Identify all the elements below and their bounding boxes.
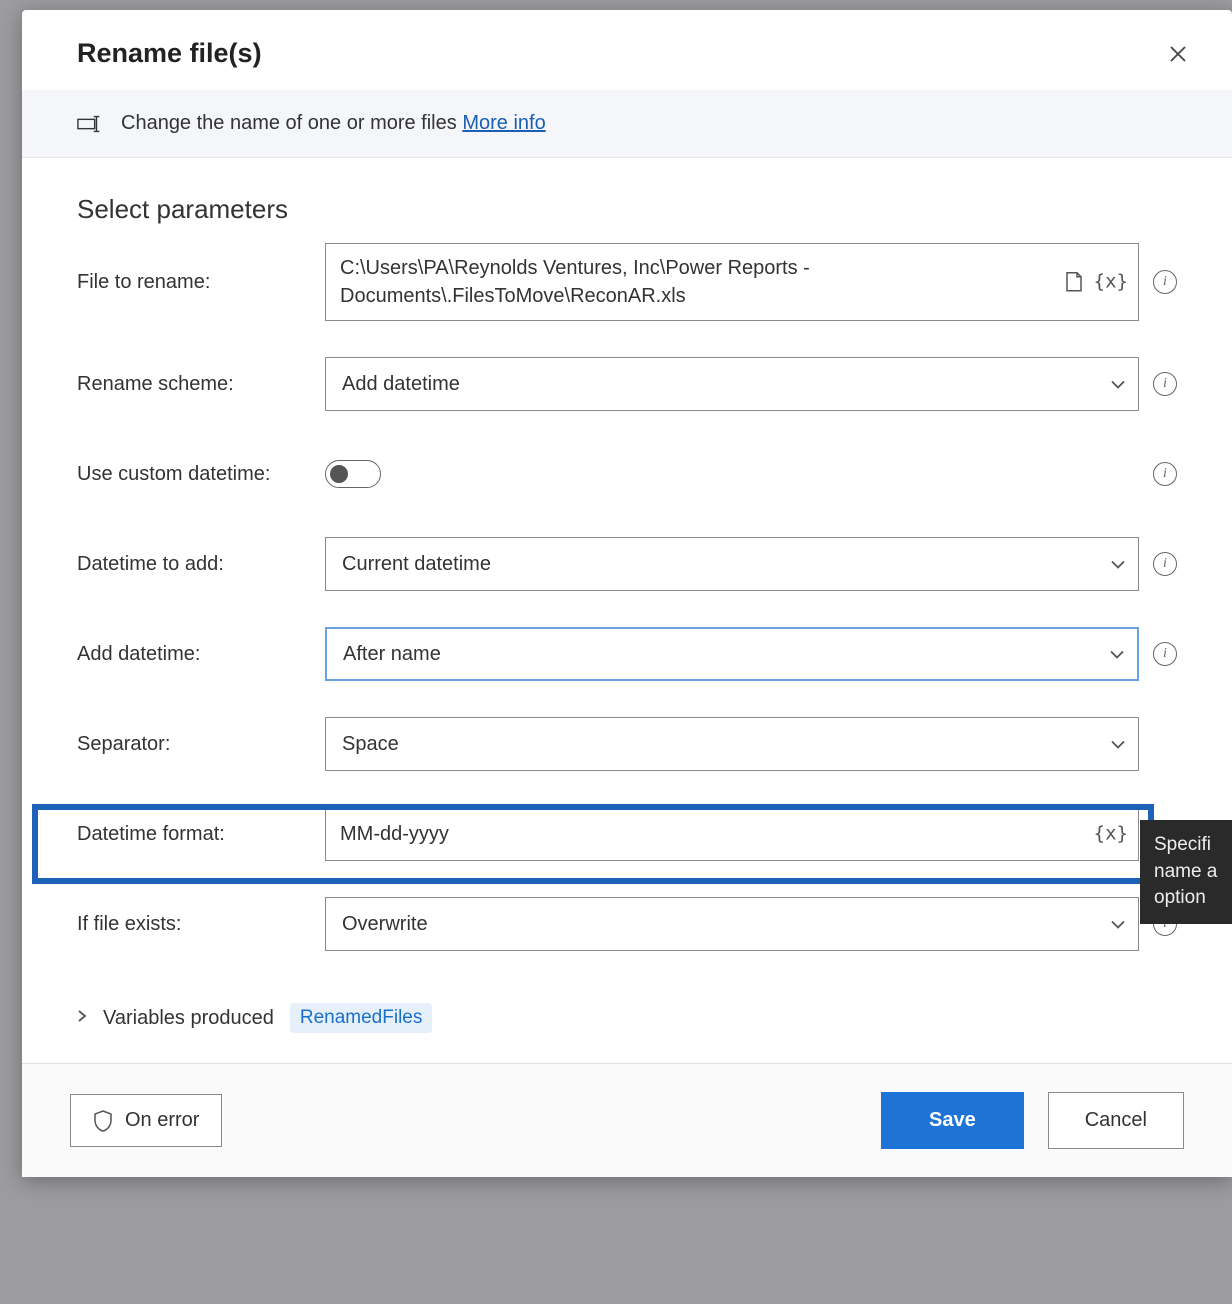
form-area: File to rename: C:\Users\PA\Reynolds Ven… <box>22 243 1232 1003</box>
variable-picker-icon[interactable]: {x} <box>1094 821 1128 848</box>
variables-label: Variables produced <box>103 1007 274 1030</box>
row-file-to-rename: File to rename: C:\Users\PA\Reynolds Ven… <box>77 243 1177 321</box>
label-custom-datetime: Use custom datetime: <box>77 463 325 486</box>
on-error-button[interactable]: On error <box>70 1094 222 1147</box>
label-if-file-exists: If file exists: <box>77 913 325 936</box>
info-icon-dtadd[interactable]: i <box>1153 552 1177 576</box>
file-picker-icon[interactable] <box>1064 271 1084 293</box>
label-datetime-format: Datetime format: <box>77 823 325 846</box>
save-button[interactable]: Save <box>881 1092 1024 1149</box>
row-add-datetime: Add datetime: After name i <box>77 627 1177 681</box>
info-bar: Change the name of one or more files Mor… <box>22 90 1232 158</box>
dialog-header: Rename file(s) <box>22 10 1232 90</box>
if-file-exists-value: Overwrite <box>342 913 428 936</box>
label-rename-scheme: Rename scheme: <box>77 373 325 396</box>
dialog-footer: On error Save Cancel <box>22 1063 1232 1177</box>
add-datetime-dropdown[interactable]: After name <box>325 627 1139 681</box>
chevron-down-icon <box>1110 733 1126 756</box>
separator-dropdown[interactable]: Space <box>325 717 1139 771</box>
datetime-format-value: MM-dd-yyyy <box>340 820 1124 848</box>
label-file-to-rename: File to rename: <box>77 271 325 294</box>
row-custom-datetime: Use custom datetime: i <box>77 447 1177 501</box>
section-title: Select parameters <box>22 158 1232 243</box>
toggle-knob <box>330 465 348 483</box>
on-error-label: On error <box>125 1109 199 1132</box>
info-icon-scheme[interactable]: i <box>1153 372 1177 396</box>
if-file-exists-dropdown[interactable]: Overwrite <box>325 897 1139 951</box>
datetime-to-add-dropdown[interactable]: Current datetime <box>325 537 1139 591</box>
file-to-rename-input[interactable]: C:\Users\PA\Reynolds Ventures, Inc\Power… <box>325 243 1139 321</box>
tooltip: Specifi name a option <box>1140 820 1232 924</box>
close-button[interactable] <box>1164 38 1192 72</box>
close-icon <box>1168 44 1188 64</box>
row-rename-scheme: Rename scheme: Add datetime i <box>77 357 1177 411</box>
rename-scheme-value: Add datetime <box>342 373 460 396</box>
row-if-file-exists: If file exists: Overwrite i <box>77 897 1177 951</box>
chevron-right-icon <box>77 1009 87 1027</box>
row-datetime-to-add: Datetime to add: Current datetime i <box>77 537 1177 591</box>
rename-icon <box>77 115 103 133</box>
variables-row[interactable]: Variables produced RenamedFiles <box>22 1003 1232 1063</box>
chevron-down-icon <box>1110 373 1126 396</box>
rename-scheme-dropdown[interactable]: Add datetime <box>325 357 1139 411</box>
variable-picker-icon[interactable]: {x} <box>1094 269 1128 296</box>
chevron-down-icon <box>1110 913 1126 936</box>
variable-badge[interactable]: RenamedFiles <box>290 1003 433 1033</box>
use-custom-datetime-toggle[interactable] <box>325 460 381 488</box>
cancel-button[interactable]: Cancel <box>1048 1092 1184 1149</box>
datetime-to-add-value: Current datetime <box>342 553 491 576</box>
dialog-title: Rename file(s) <box>77 38 262 69</box>
info-text: Change the name of one or more files Mor… <box>121 112 546 135</box>
row-separator: Separator: Space <box>77 717 1177 771</box>
rename-files-dialog: Rename file(s) Change the name of one or… <box>22 10 1232 1177</box>
info-icon-custom[interactable]: i <box>1153 462 1177 486</box>
label-separator: Separator: <box>77 733 325 756</box>
row-datetime-format: Datetime format: MM-dd-yyyy {x} <box>77 807 1177 861</box>
info-icon-file[interactable]: i <box>1153 270 1177 294</box>
chevron-down-icon <box>1109 643 1125 666</box>
add-datetime-value: After name <box>343 643 441 666</box>
shield-icon <box>93 1110 113 1132</box>
datetime-format-input[interactable]: MM-dd-yyyy {x} <box>325 807 1139 861</box>
label-datetime-to-add: Datetime to add: <box>77 553 325 576</box>
file-to-rename-value: C:\Users\PA\Reynolds Ventures, Inc\Power… <box>340 254 1124 310</box>
separator-value: Space <box>342 733 399 756</box>
label-add-datetime: Add datetime: <box>77 643 325 666</box>
chevron-down-icon <box>1110 553 1126 576</box>
info-icon-adddt[interactable]: i <box>1153 642 1177 666</box>
info-text-content: Change the name of one or more files <box>121 112 457 134</box>
more-info-link[interactable]: More info <box>462 112 545 134</box>
